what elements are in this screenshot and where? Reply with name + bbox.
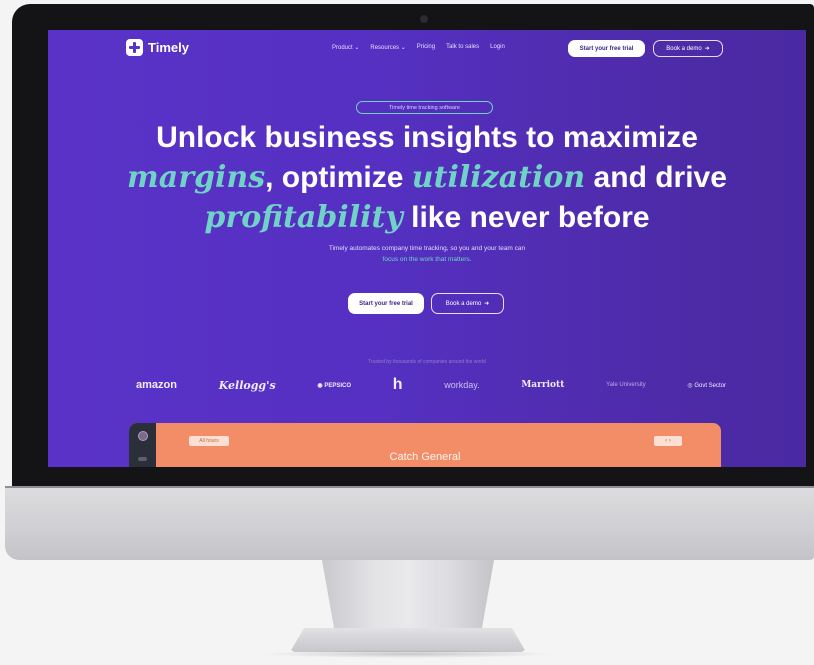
arrow-icon: ➜ <box>484 301 490 307</box>
headline-word-margins: margins <box>127 160 266 195</box>
hero-book-demo-button[interactable]: Book a demo ➜ <box>431 293 504 314</box>
hero-free-trial-button[interactable]: Start your free trial <box>348 293 424 314</box>
preview-nav-controls: ‹ › <box>654 436 682 446</box>
hero-book-demo-label: Book a demo <box>445 300 482 307</box>
hero-subheading: Timely automates company time tracking, … <box>48 243 806 265</box>
headline-text-tail: like never before <box>402 201 650 234</box>
app-preview: All hours ‹ › Catch General <box>129 423 721 467</box>
top-navigation: Timely Product ⌄ Resources ⌄ Pricing Tal… <box>48 30 806 68</box>
workday-logo: workday. <box>444 380 480 390</box>
nav-free-trial-button[interactable]: Start your free trial <box>568 40 645 57</box>
customer-logos: amazon Kellogg's ◉ PEPSICO h workday. Ma… <box>136 374 726 396</box>
gov-logo-text: Govt Sector <box>694 382 726 389</box>
hero-pill-badge: Timely time tracking software <box>356 101 493 114</box>
preview-title: Catch General <box>389 451 461 463</box>
nav-resources[interactable]: Resources ⌄ <box>370 44 405 51</box>
monitor-chin <box>5 488 814 560</box>
yale-logo: Yale University <box>606 382 646 388</box>
monitor-bezel: Timely Product ⌄ Resources ⌄ Pricing Tal… <box>12 4 814 488</box>
monitor-stand-base <box>290 628 526 652</box>
headline-word-profitability: profitability <box>204 200 403 235</box>
pepsico-logo-text: PEPSICO <box>324 382 351 389</box>
subheading-line: Timely automates company time tracking, … <box>328 245 526 252</box>
avatar <box>138 431 148 441</box>
timely-logo[interactable]: Timely <box>126 39 189 56</box>
preview-tag: All hours <box>189 436 229 446</box>
subheading-accent: focus on the work that matters. <box>382 256 472 263</box>
headline-word-utilization: utilization <box>411 160 586 195</box>
brand-name: Timely <box>148 40 189 55</box>
hero-headline: Unlock business insights to maximize mar… <box>48 118 806 238</box>
kelloggs-logo: Kellogg's <box>218 378 276 392</box>
monitor-stand-neck <box>322 560 494 638</box>
nav-product[interactable]: Product ⌄ <box>332 44 359 51</box>
nav-book-demo-label: Book a demo <box>666 45 702 52</box>
headline-line-1: Unlock business insights to maximize <box>156 121 698 154</box>
stand-shadow <box>260 650 556 658</box>
nav-links: Product ⌄ Resources ⌄ Pricing Talk to sa… <box>332 44 505 51</box>
nav-login[interactable]: Login <box>490 44 505 51</box>
pepsico-logo: ◉ PEPSICO <box>317 382 351 389</box>
nav-talk-to-sales[interactable]: Talk to sales <box>446 44 479 51</box>
nav-book-demo-button[interactable]: Book a demo ➜ <box>653 40 723 57</box>
amazon-logo: amazon <box>136 379 177 391</box>
nav-pricing[interactable]: Pricing <box>417 44 435 51</box>
headline-text-and-drive: and drive <box>585 161 727 194</box>
h-logo: h <box>392 376 403 393</box>
trusted-caption: Trusted by thousands of companies around… <box>368 359 486 365</box>
browser-screen: Timely Product ⌄ Resources ⌄ Pricing Tal… <box>48 30 806 467</box>
gov-logo: ◎ Govt Sector <box>687 382 726 389</box>
camera-icon <box>420 15 428 23</box>
headline-text-optimize: , optimize <box>265 161 412 194</box>
timely-logo-icon <box>126 39 143 56</box>
marriott-logo: Marriott <box>521 380 565 390</box>
arrow-icon: ➜ <box>704 46 710 52</box>
